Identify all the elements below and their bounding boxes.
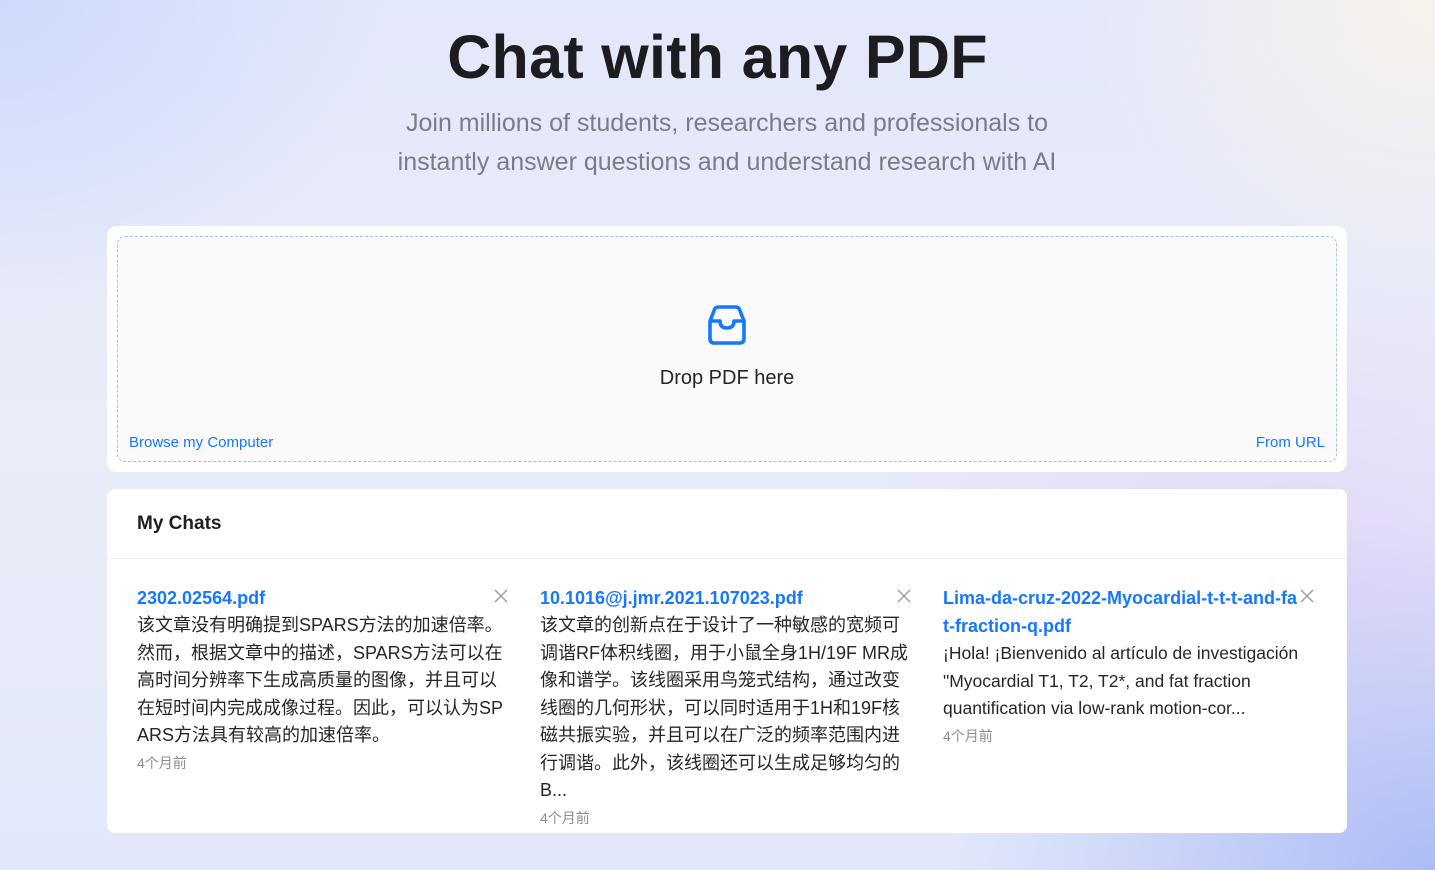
from-url-link[interactable]: From URL <box>1256 434 1325 451</box>
chat-timestamp: 4个月前 <box>137 754 187 771</box>
chat-item[interactable]: Lima-da-cruz-2022-Myocardial-t-t-t-and-f… <box>943 584 1315 746</box>
close-icon[interactable] <box>896 588 912 604</box>
chat-preview: 该文章的创新点在于设计了一种敏感的宽频可调谐RF体积线圈，用于小鼠全身1H/19… <box>540 615 909 800</box>
chat-file-name[interactable]: Lima-da-cruz-2022-Myocardial-t-t-t-and-f… <box>943 584 1313 640</box>
inbox-icon <box>708 305 746 345</box>
chat-preview: 该文章没有明确提到SPARS方法的加速倍率。然而，根据文章中的描述，SPARS方… <box>137 615 504 745</box>
my-chats-card: My Chats 2302.02564.pdf 该文章没有明确提到SPARS方法… <box>107 489 1347 833</box>
chat-preview: ¡Hola! ¡Bienvenido al artículo de invest… <box>943 643 1299 718</box>
pdf-dropzone[interactable]: Drop PDF here Browse my Computer From UR… <box>117 236 1337 462</box>
close-icon[interactable] <box>493 588 509 604</box>
drop-pdf-label: Drop PDF here <box>659 367 795 389</box>
chat-timestamp: 4个月前 <box>943 727 993 744</box>
chat-item[interactable]: 2302.02564.pdf 该文章没有明确提到SPARS方法的加速倍率。然而，… <box>137 584 509 773</box>
browse-computer-link[interactable]: Browse my Computer <box>129 434 273 451</box>
chat-item[interactable]: 10.1016@j.jmr.2021.107023.pdf 该文章的创新点在于设… <box>540 584 912 828</box>
page-title: Chat with any PDF <box>447 23 988 91</box>
my-chats-header: My Chats <box>107 489 1347 559</box>
chat-timestamp: 4个月前 <box>540 809 590 826</box>
upload-card: Drop PDF here Browse my Computer From UR… <box>107 226 1347 472</box>
chat-file-name[interactable]: 2302.02564.pdf <box>137 584 507 612</box>
chat-file-name[interactable]: 10.1016@j.jmr.2021.107023.pdf <box>540 584 910 612</box>
my-chats-title: My Chats <box>137 512 222 534</box>
page-subtitle: Join millions of students, researchers a… <box>397 109 1057 176</box>
close-icon[interactable] <box>1299 588 1315 604</box>
